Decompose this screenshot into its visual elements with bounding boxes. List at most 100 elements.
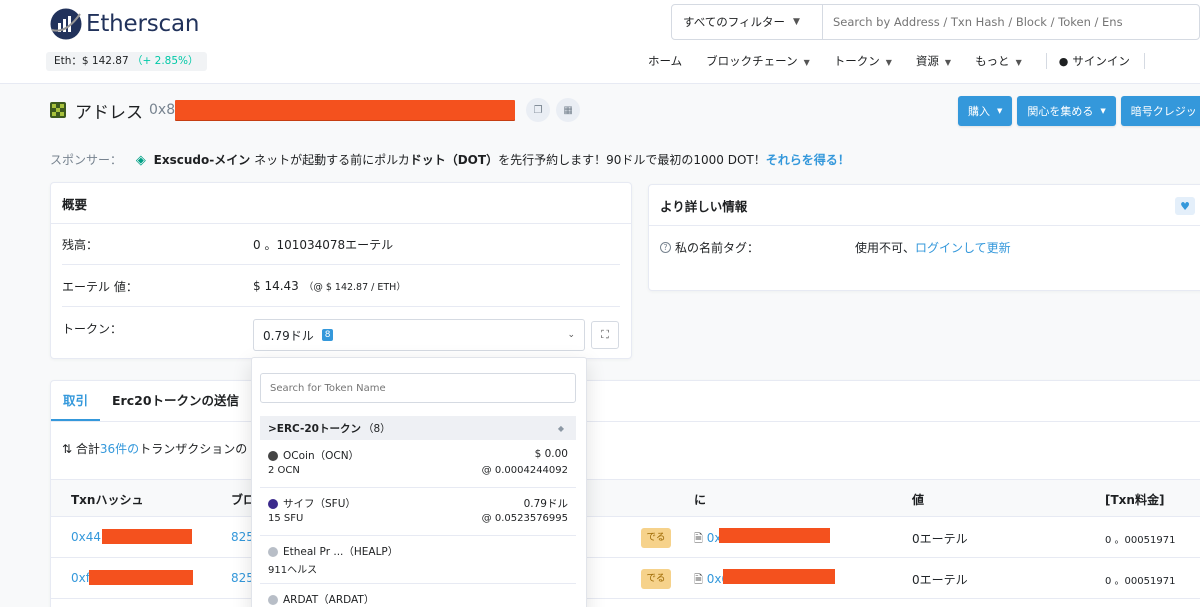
token-icon xyxy=(268,498,278,509)
transactions-tabs: 取引 Erc20トークンの送信 xyxy=(51,381,1200,422)
table-row: 0x44 825 でる 🗎 0x 0エーテル 0 。00051971 xyxy=(51,517,1200,558)
sponsor-text-2: を先行予約します！90ドルで最初の1000 DOT！ xyxy=(498,153,766,167)
address-header: アドレス 0x8 ❐ ▦ xyxy=(50,96,581,124)
nav-blockchain-label: ブロックチェーン xyxy=(706,54,798,68)
nav-home[interactable]: ホーム xyxy=(648,53,682,69)
balance-row: 残高： 0 。101034078エーテル xyxy=(62,224,620,265)
copy-address-button[interactable]: ❐ xyxy=(526,98,551,122)
chevron-down-icon: ▼ xyxy=(1015,58,1022,67)
chevron-down-icon: ▼ xyxy=(793,17,800,27)
search-input[interactable] xyxy=(823,5,1199,39)
name-tag-value: 使用不可、 xyxy=(855,241,916,255)
nav-more[interactable]: もっと ▼ xyxy=(975,53,1022,69)
erc20-group-label: >ERC-20トークン xyxy=(268,422,361,435)
sponsor-text-bold: ドット（DOT） xyxy=(409,153,499,167)
tx-hash-link[interactable]: 0x44 xyxy=(71,530,101,544)
more-info-card: より詳しい情報 ♥ ? 私の名前タグ： 使用不可、 ログインして更新 xyxy=(648,184,1200,291)
nav-divider xyxy=(1045,53,1047,69)
sponsor-link[interactable]: それらを得る！ xyxy=(766,153,850,167)
nav-resources[interactable]: 資源 ▼ xyxy=(916,53,951,69)
token-name-text: Etheal Pr ...（HEALP） xyxy=(283,546,399,558)
token-usd: $ 0.00 xyxy=(534,448,568,460)
nav-signin[interactable]: ● サインイン xyxy=(1059,53,1130,69)
token-expand-button[interactable]: ⛶ xyxy=(591,321,619,349)
token-holdings-select[interactable]: 0.79ドル 8 ⌄ xyxy=(253,319,585,351)
col-value: 値 xyxy=(912,493,925,507)
buy-button[interactable]: 購入 ▼ xyxy=(958,96,1013,126)
token-icon xyxy=(268,594,278,605)
col-fee: [Txn料金] xyxy=(1105,493,1165,507)
more-info-title: より詳しい情報 xyxy=(649,185,1200,226)
tx-value: 0エーテル xyxy=(912,532,968,546)
redaction-bar xyxy=(723,569,835,584)
expand-icon: ⛶ xyxy=(601,328,609,341)
nav-tokens-label: トークン xyxy=(833,54,880,68)
tx-summary: ⇅ 合計36件のトランザクションの xyxy=(62,440,247,457)
qr-code-button[interactable]: ▦ xyxy=(556,98,581,122)
crypto-credit-label: 暗号クレジット xyxy=(1130,105,1200,118)
address-actions: 購入 ▼ 関心を集める ▼ 暗号クレジット xyxy=(958,96,1200,126)
etherscan-logo-icon xyxy=(50,8,82,40)
token-rate: @ 0.0523576995 xyxy=(481,513,568,524)
ether-value-rate: （@ $ 142.87 / ETH） xyxy=(303,282,406,293)
nav-more-label: もっと xyxy=(975,54,1010,68)
token-icon xyxy=(268,450,278,461)
list-item[interactable]: ARDAT（ARDAT） xyxy=(260,584,576,607)
tx-hash-link[interactable]: 0xf xyxy=(71,571,90,585)
favorite-button[interactable]: ♥ xyxy=(1175,197,1195,215)
token-rate: @ 0.0004244092 xyxy=(481,465,568,476)
redaction-bar xyxy=(89,570,193,585)
contract-icon: 🗎 xyxy=(694,573,703,586)
eth-price-value: Eth：$ 142.87 xyxy=(54,55,129,67)
tab-erc20-transfers[interactable]: Erc20トークンの送信 xyxy=(100,381,251,421)
nav-tokens[interactable]: トークン ▼ xyxy=(834,53,892,69)
name-tag-label: 私の名前タグ： xyxy=(675,241,760,255)
transactions-card: 取引 Erc20トークンの送信 ⇅ 合計36件のトランザクションの Txnハッシ… xyxy=(50,380,1200,607)
login-update-link[interactable]: ログインして更新 xyxy=(915,239,1011,256)
page-title: アドレス xyxy=(75,102,143,123)
sponsor-banner: スポンサー： ◈ Exscudo-メイン ネットが起動する前にポルカドット（DO… xyxy=(50,151,850,168)
table-row: 0xf 825 でる 🗎 0x6 0エーテル 0 。00051971 xyxy=(51,558,1200,599)
address-identicon-icon xyxy=(50,102,66,118)
token-dropdown: >ERC-20トークン （8） ◆ OCoin（OCN） 2 OCN $ 0.0… xyxy=(251,357,587,607)
logo[interactable]: Etherscan xyxy=(50,8,199,40)
nav-blockchain[interactable]: ブロックチェーン ▼ xyxy=(706,53,810,69)
tab-transactions[interactable]: 取引 xyxy=(51,381,101,421)
token-search-input[interactable] xyxy=(260,373,576,403)
direction-badge: でる xyxy=(641,528,671,548)
token-name-text: サイフ（SFU） xyxy=(283,498,356,510)
token-amount: 2 OCN xyxy=(268,465,300,476)
sponsor-logo-icon: ◈ xyxy=(135,153,146,168)
tx-summary-suffix: トランザクションの xyxy=(139,442,248,456)
sort-icon: ◆ xyxy=(557,423,564,433)
tx-to-link[interactable]: 🗎 0x xyxy=(694,530,721,549)
chevron-down-icon: ▼ xyxy=(997,107,1003,115)
token-name: OCoin（OCN） xyxy=(268,448,359,463)
nav-signin-label: サインイン xyxy=(1072,54,1130,68)
chevron-down-icon: ▼ xyxy=(944,58,952,67)
erc20-group-header[interactable]: >ERC-20トークン （8） ◆ xyxy=(260,416,576,440)
token-count-badge: 8 xyxy=(321,329,334,341)
chevron-down-icon: ▼ xyxy=(1100,107,1106,115)
list-item[interactable]: OCoin（OCN） 2 OCN $ 0.00 @ 0.0004244092 xyxy=(260,440,576,488)
interest-button[interactable]: 関心を集める ▼ xyxy=(1017,96,1116,126)
search-filter-select[interactable]: すべてのフィルター ▼ xyxy=(672,5,823,39)
chevron-down-icon: ▼ xyxy=(885,58,892,67)
token-name: Etheal Pr ...（HEALP） xyxy=(268,544,398,559)
sponsor-text-1: ネットが起動する前にポルカ xyxy=(254,153,410,167)
redaction-bar xyxy=(719,528,830,543)
contract-icon: 🗎 xyxy=(694,532,703,545)
search-filter-label: すべてのフィルター xyxy=(683,15,786,29)
list-item[interactable]: Etheal Pr ...（HEALP） 911ヘルス xyxy=(260,536,576,584)
sort-icon: ⇅ xyxy=(62,442,73,456)
token-holdings-value: 0.79ドル xyxy=(263,328,314,343)
question-icon: ? xyxy=(660,242,671,253)
direction-badge: でる xyxy=(641,569,671,589)
list-item[interactable]: サイフ（SFU） 15 SFU 0.79ドル @ 0.0523576995 xyxy=(260,488,576,536)
tx-count-link[interactable]: 36件の xyxy=(100,442,139,456)
eth-price-badge: Eth：$ 142.87 （+ 2.85%） xyxy=(46,52,207,71)
address-value: 0x8 xyxy=(149,102,176,118)
name-tag-row: ? 私の名前タグ： 使用不可、 ログインして更新 xyxy=(660,239,1011,256)
crypto-credit-button[interactable]: 暗号クレジット xyxy=(1120,96,1200,126)
token-name-text: OCoin（OCN） xyxy=(283,450,360,462)
